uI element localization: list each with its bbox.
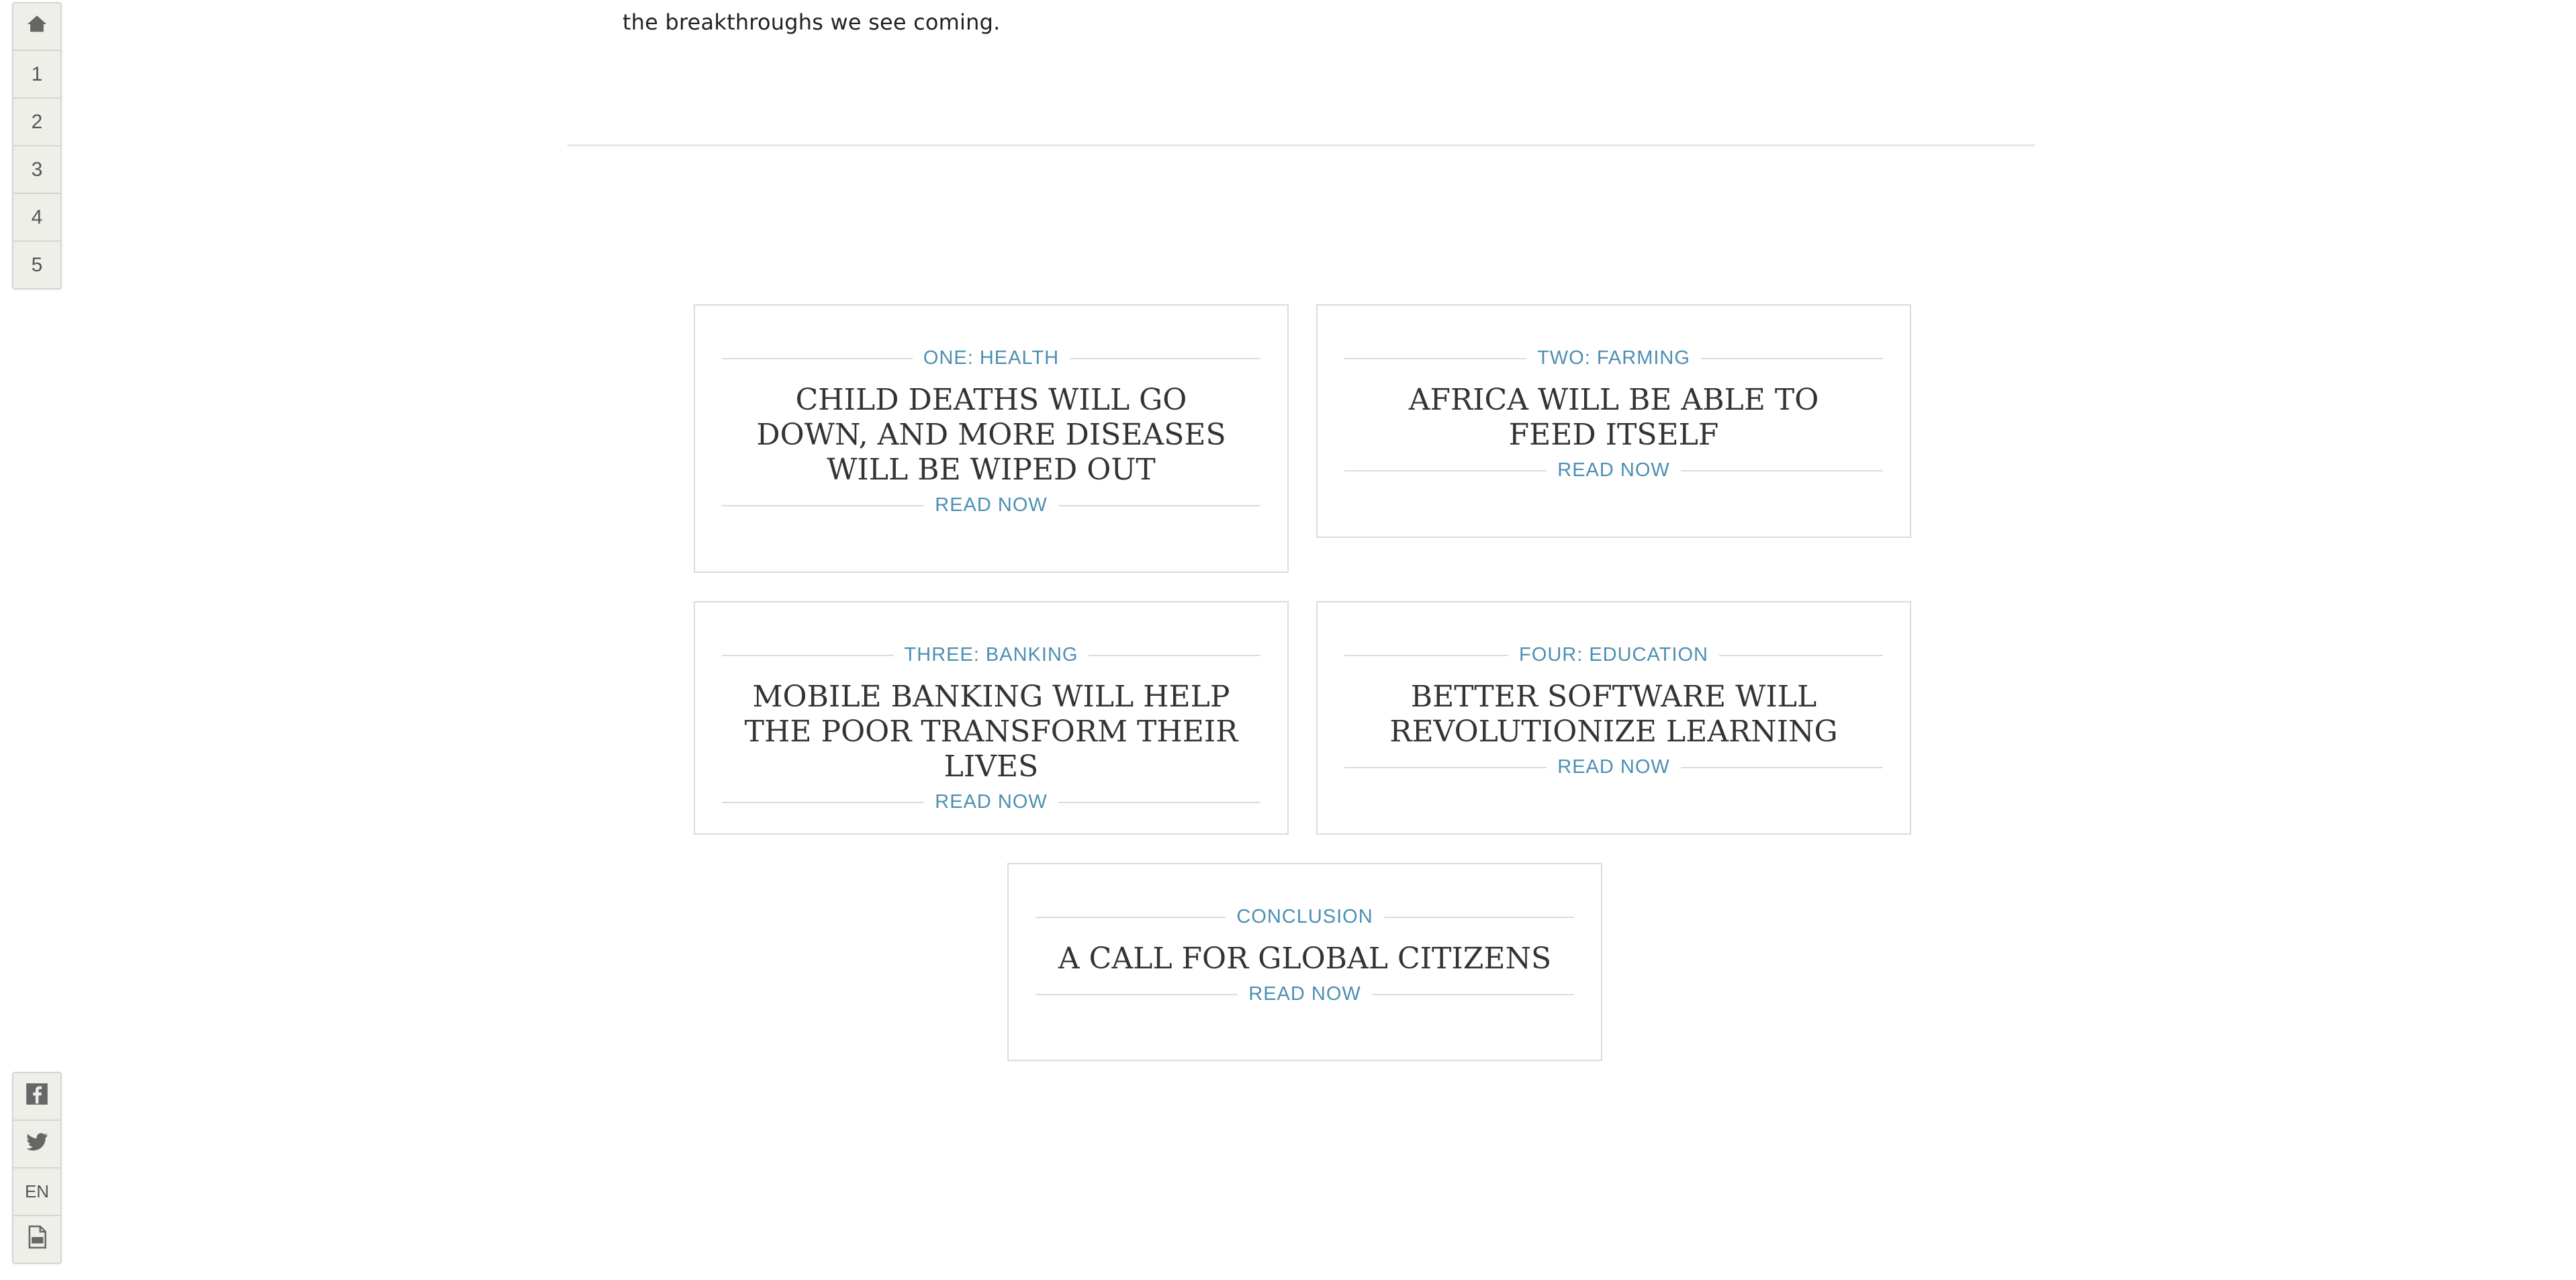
facebook-share-button[interactable]: [13, 1073, 60, 1119]
twitter-icon: [24, 1129, 50, 1159]
card-health[interactable]: ONE: HEALTH CHILD DEATHS WILL GO DOWN, A…: [694, 304, 1289, 573]
card-title: MOBILE BANKING WILL HELP THE POOR TRANSF…: [744, 680, 1238, 784]
card-kicker: TWO: FARMING: [1344, 347, 1883, 369]
nav-item-3[interactable]: 3: [13, 145, 60, 193]
home-icon: [26, 13, 48, 41]
intro-paragraph: the breakthroughs we see coming.: [623, 9, 1001, 35]
card-banking[interactable]: THREE: BANKING MOBILE BANKING WILL HELP …: [694, 601, 1289, 835]
card-kicker: THREE: BANKING: [722, 644, 1260, 666]
nav-item-4[interactable]: 4: [13, 193, 60, 240]
card-kicker: ONE: HEALTH: [722, 347, 1260, 369]
page: 1 2 3 4 5 the breakthroughs we see comin…: [0, 0, 2576, 1280]
facebook-icon: [24, 1081, 50, 1111]
twitter-share-button[interactable]: [13, 1119, 60, 1167]
card-title: A CALL FOR GLOBAL CITIZENS: [1058, 942, 1552, 976]
nav-home-button[interactable]: [13, 3, 60, 50]
card-title: AFRICA WILL BE ABLE TO FEED ITSELF: [1408, 383, 1819, 452]
card-title: BETTER SOFTWARE WILL REVOLUTIONIZE LEARN…: [1389, 680, 1838, 749]
nav-item-2[interactable]: 2: [13, 97, 60, 145]
read-now-link[interactable]: READ NOW: [1036, 983, 1574, 1005]
section-divider: [567, 144, 2035, 146]
read-now-link[interactable]: READ NOW: [722, 791, 1260, 813]
nav-item-5[interactable]: 5: [13, 240, 60, 288]
card-farming[interactable]: TWO: FARMING AFRICA WILL BE ABLE TO FEED…: [1316, 304, 1911, 538]
card-kicker: CONCLUSION: [1036, 906, 1574, 928]
card-title: CHILD DEATHS WILL GO DOWN, AND MORE DISE…: [756, 383, 1226, 487]
read-now-link[interactable]: READ NOW: [722, 494, 1260, 516]
card-education[interactable]: FOUR: EDUCATION BETTER SOFTWARE WILL REV…: [1316, 601, 1911, 835]
nav-item-1[interactable]: 1: [13, 50, 60, 97]
card-kicker: FOUR: EDUCATION: [1344, 644, 1883, 666]
section-nav: 1 2 3 4 5: [12, 2, 62, 289]
read-now-link[interactable]: READ NOW: [1344, 756, 1883, 778]
card-conclusion[interactable]: CONCLUSION A CALL FOR GLOBAL CITIZENS RE…: [1007, 863, 1602, 1061]
pdf-icon: [24, 1224, 50, 1254]
pdf-download-button[interactable]: [13, 1215, 60, 1263]
read-now-link[interactable]: READ NOW: [1344, 459, 1883, 482]
language-selector[interactable]: EN: [13, 1167, 60, 1215]
share-toolbar: EN: [12, 1072, 62, 1264]
